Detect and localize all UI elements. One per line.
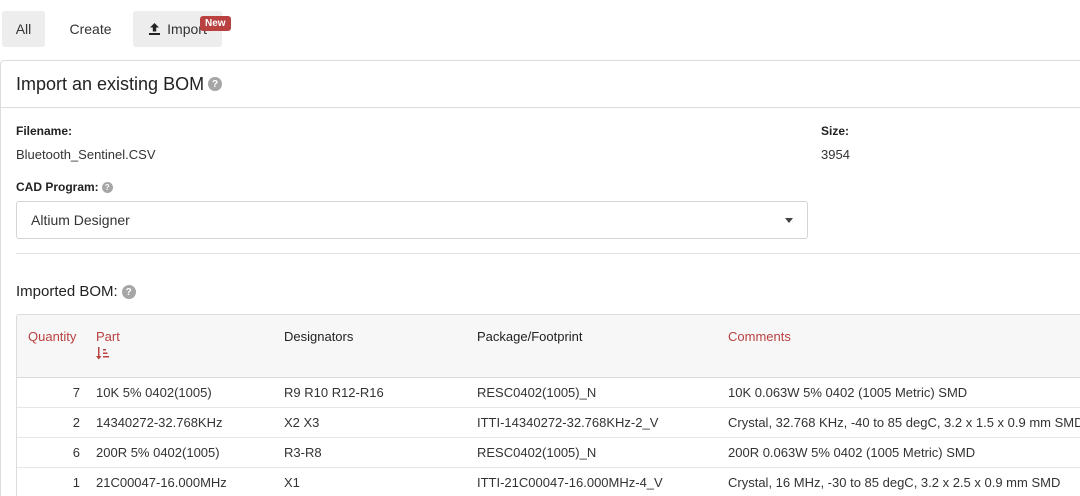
filename-label: Filename: — [16, 124, 73, 138]
cell-quantity: 1 — [72, 475, 80, 490]
filename-value: Bluetooth_Sentinel.CSV — [16, 147, 156, 162]
cad-program-select[interactable]: Altium Designer — [16, 201, 808, 239]
size-value: 3954 — [821, 147, 850, 162]
question-circle-icon[interactable]: ? — [208, 77, 223, 91]
cell-quantity: 6 — [72, 445, 80, 460]
cell-part: 200R 5% 0402(1005) — [96, 445, 220, 460]
tab-create-label: Create — [69, 21, 112, 37]
cell-designators: X1 — [284, 475, 300, 490]
size-label: Size: — [821, 124, 850, 138]
new-badge: New — [200, 16, 231, 31]
cell-package: RESC0402(1005)_N — [477, 385, 597, 400]
section-divider — [16, 253, 1080, 254]
question-circle-icon[interactable]: ? — [101, 182, 113, 194]
imported-bom-label-text: Imported BOM: — [16, 283, 118, 300]
sort-ascending-icon[interactable] — [96, 347, 109, 360]
table-header: Quantity Part Designators Package/Footpr… — [17, 315, 1080, 378]
column-header-quantity[interactable]: Quantity — [28, 329, 76, 344]
cell-part: 21C00047-16.000MHz — [96, 475, 227, 490]
cad-program-label: CAD Program:? — [16, 180, 113, 194]
cell-package: RESC0402(1005)_N — [477, 445, 597, 460]
table-row: 1 21C00047-16.000MHz X1 ITTI-21C00047-16… — [17, 468, 1080, 496]
caret-down-icon — [785, 218, 793, 223]
cell-package: ITTI-21C00047-16.000MHz-4_V — [477, 475, 663, 490]
panel-title: Import an existing BOM — [16, 73, 205, 94]
table-row: 7 10K 5% 0402(1005) R9 R10 R12-R16 RESC0… — [17, 378, 1080, 408]
cell-comments: 10K 0.063W 5% 0402 (1005 Metric) SMD — [728, 385, 968, 400]
cell-package: ITTI-14340272-32.768KHz-2_V — [477, 415, 659, 430]
column-header-comments[interactable]: Comments — [728, 329, 791, 344]
cell-designators: R3-R8 — [284, 445, 322, 460]
cell-part: 14340272-32.768KHz — [96, 415, 223, 430]
upload-icon — [149, 23, 161, 35]
cell-designators: X2 X3 — [284, 415, 320, 430]
cell-comments: 200R 0.063W 5% 0402 (1005 Metric) SMD — [728, 445, 976, 460]
cad-program-label-text: CAD Program: — [16, 180, 99, 194]
tab-create[interactable]: Create — [54, 11, 127, 47]
table-row: 2 14340272-32.768KHz X2 X3 ITTI-14340272… — [17, 408, 1080, 438]
panel-header: Import an existing BOM ? — [1, 61, 1080, 108]
column-header-designators[interactable]: Designators — [284, 329, 353, 344]
cell-quantity: 2 — [72, 415, 80, 430]
question-circle-icon[interactable]: ? — [121, 285, 136, 300]
imported-bom-label: Imported BOM:? — [16, 283, 136, 300]
column-header-package[interactable]: Package/Footprint — [477, 329, 583, 344]
cell-comments: Crystal, 16 MHz, -30 to 85 degC, 3.2 x 2… — [728, 475, 1061, 490]
tab-all-label: All — [15, 21, 32, 37]
cell-designators: R9 R10 R12-R16 — [284, 385, 384, 400]
tab-all[interactable]: All — [2, 11, 45, 47]
cad-program-selected-value: Altium Designer — [31, 212, 130, 228]
cell-part: 10K 5% 0402(1005) — [96, 385, 212, 400]
bom-table: Quantity Part Designators Package/Footpr… — [16, 314, 1080, 496]
import-panel: Import an existing BOM ? Filename: Bluet… — [0, 60, 1080, 496]
cell-quantity: 7 — [72, 385, 80, 400]
column-header-part[interactable]: Part — [96, 329, 120, 344]
cell-comments: Crystal, 32.768 KHz, -40 to 85 degC, 3.2… — [728, 415, 1080, 430]
table-row: 6 200R 5% 0402(1005) R3-R8 RESC0402(1005… — [17, 438, 1080, 468]
